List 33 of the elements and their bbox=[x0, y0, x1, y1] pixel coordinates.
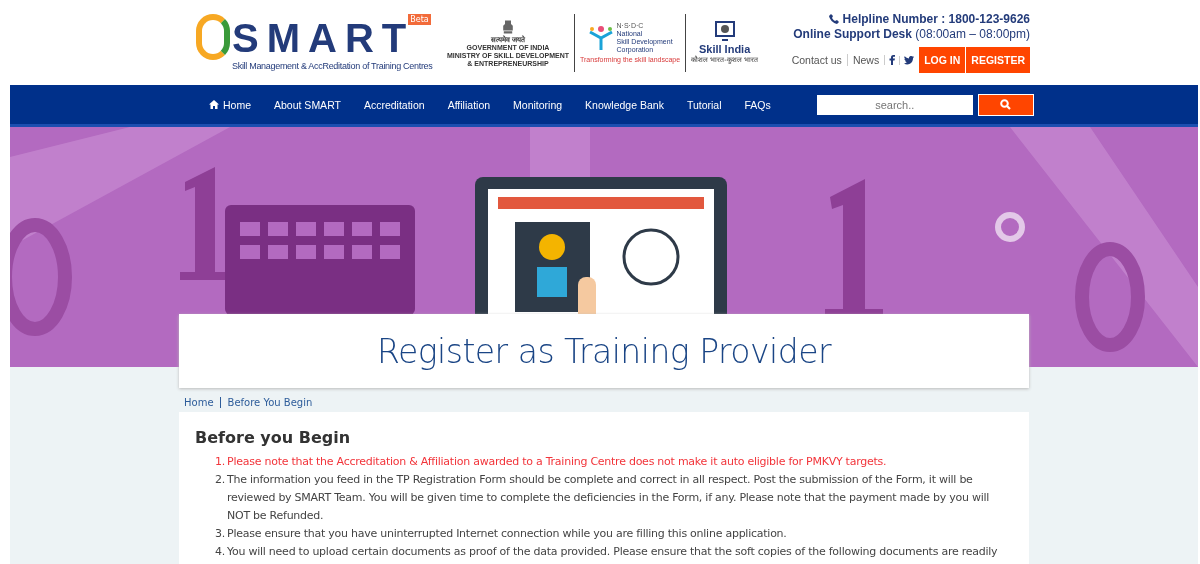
support-desk-hours: Online Support Desk (08:00am – 08:00pm) bbox=[793, 27, 1030, 41]
instruction-item: 2. The information you feed in the TP Registration Form should be complete and correct in all respect. Post the submission of the Form, it will be reviewed by SMART Team. You will be given time to complete the deficiencies in the Form, if any. Please note that the payment made by you will NOT be Refunded. bbox=[214, 472, 991, 524]
phone-icon bbox=[828, 14, 839, 24]
logo-subtitle: Skill Management & AccReditation of Training Centres bbox=[232, 59, 433, 72]
nav-link[interactable]: Monitoring bbox=[513, 98, 563, 111]
nav-link[interactable]: Affiliation bbox=[447, 98, 491, 111]
breadcrumb-link[interactable]: Home bbox=[184, 397, 220, 408]
section-title: Before you Begin bbox=[195, 428, 352, 447]
nav-link[interactable]: Home bbox=[209, 98, 251, 111]
header-link[interactable]: Contact us bbox=[786, 54, 847, 66]
instruction-item: 4. You will need to upload certain documents as proof of the data provided. Please ensure that the soft copies of the following documents are readily bbox=[214, 544, 999, 560]
helpline-number: Helpline Number : 1800-123-9626 bbox=[842, 12, 1030, 26]
page-title: Register as Training Provider bbox=[376, 331, 831, 371]
nav-link[interactable]: Tutorial bbox=[686, 98, 722, 111]
nav-link[interactable]: FAQs bbox=[744, 98, 771, 111]
facebook-icon[interactable] bbox=[889, 55, 896, 65]
monitor-icon bbox=[714, 21, 735, 43]
beta-badge: Beta bbox=[408, 13, 431, 25]
people-figure-icon bbox=[587, 24, 614, 52]
nav-link[interactable]: About SMART bbox=[274, 98, 341, 111]
skill-india-title: Skill India bbox=[698, 43, 751, 55]
breadcrumb-link[interactable]: Before You Begin bbox=[219, 397, 319, 408]
search-field[interactable]: search.. bbox=[816, 94, 973, 115]
search-button[interactable] bbox=[977, 93, 1034, 116]
instruction-item: 1. Please note that the Accreditation & Affiliation awarded to a Training Centre does not make it auto eligible for PMKVY targets. bbox=[214, 454, 888, 470]
twitter-icon[interactable] bbox=[904, 55, 915, 65]
search-icon bbox=[1000, 99, 1012, 110]
instruction-item: 3. Please ensure that you have uninterrupted Internet connection while you are filling this online application. bbox=[214, 526, 788, 542]
header-link[interactable]: News bbox=[846, 54, 885, 66]
nav-link[interactable]: Accreditation bbox=[363, 98, 425, 111]
home-icon bbox=[209, 100, 219, 109]
emblem-icon bbox=[501, 17, 515, 36]
nav-link[interactable]: Knowledge Bank bbox=[585, 98, 664, 111]
